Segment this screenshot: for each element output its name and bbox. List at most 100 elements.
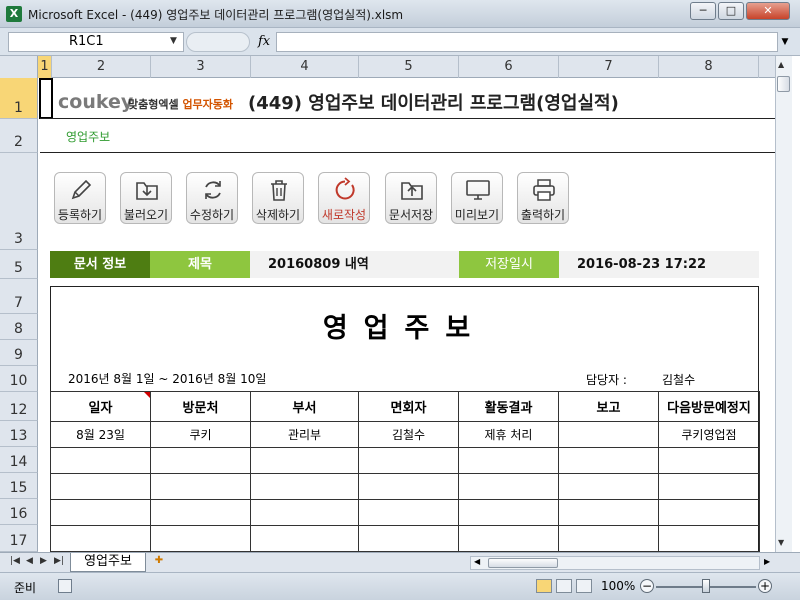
row-header[interactable]: 8: [0, 314, 38, 340]
row-header[interactable]: 1: [0, 78, 38, 119]
zoom-level[interactable]: 100%: [601, 579, 635, 593]
page-layout-view-icon[interactable]: [556, 579, 572, 593]
saved-at-value: 2016-08-23 17:22: [559, 251, 759, 278]
column-header[interactable]: 3: [151, 56, 251, 78]
column-header[interactable]: 8: [659, 56, 759, 78]
table-cell[interactable]: [50, 473, 151, 500]
chevron-down-icon[interactable]: ▼: [170, 36, 177, 46]
insert-sheet-icon[interactable]: ✚: [148, 555, 170, 570]
macro-record-icon[interactable]: [58, 579, 72, 593]
table-cell[interactable]: [458, 499, 559, 526]
table-cell[interactable]: [458, 525, 559, 552]
scroll-left-icon[interactable]: ◀: [474, 557, 480, 566]
table-cell[interactable]: 8월 23일: [50, 421, 151, 448]
page-break-view-icon[interactable]: [576, 579, 592, 593]
vertical-scrollbar[interactable]: [775, 56, 792, 552]
column-header[interactable]: 4: [251, 56, 359, 78]
row-header[interactable]: 3: [0, 153, 38, 250]
column-header[interactable]: 2: [52, 56, 151, 78]
load-label: 불러오기: [123, 208, 169, 222]
column-header[interactable]: 1: [38, 56, 52, 78]
table-cell[interactable]: [358, 499, 459, 526]
sheet-tab-bar: |◀ ◀ ▶ ▶| 영업주보 ✚ ◀ ▶: [0, 552, 800, 572]
zoom-slider-thumb[interactable]: [702, 579, 710, 593]
horizontal-scroll-thumb[interactable]: [488, 558, 558, 568]
column-header[interactable]: 6: [459, 56, 559, 78]
first-sheet-icon[interactable]: |◀: [10, 556, 20, 566]
table-cell[interactable]: [250, 473, 359, 500]
maximize-button[interactable]: □: [718, 2, 744, 20]
table-cell[interactable]: [558, 421, 659, 448]
table-cell[interactable]: 쿠키영업점: [658, 421, 760, 448]
minimize-button[interactable]: ─: [690, 2, 716, 20]
table-cell[interactable]: [250, 447, 359, 474]
table-cell[interactable]: [658, 473, 760, 500]
table-cell[interactable]: [558, 473, 659, 500]
row-header[interactable]: 17: [0, 525, 38, 552]
table-cell[interactable]: [150, 447, 251, 474]
refresh-icon: [205, 181, 221, 199]
row-header[interactable]: 10: [0, 366, 38, 392]
table-cell[interactable]: [558, 499, 659, 526]
table-cell[interactable]: [558, 447, 659, 474]
excel-app-icon[interactable]: X: [6, 6, 22, 22]
row-header[interactable]: 5: [0, 250, 38, 279]
row-header[interactable]: 16: [0, 499, 38, 525]
row-header[interactable]: 2: [0, 119, 38, 153]
row-header[interactable]: 14: [0, 447, 38, 473]
table-cell[interactable]: [558, 525, 659, 552]
column-header[interactable]: 5: [359, 56, 459, 78]
formula-input[interactable]: [276, 32, 778, 52]
table-cell[interactable]: [150, 499, 251, 526]
name-box[interactable]: R1C1: [8, 32, 184, 52]
table-cell[interactable]: [50, 499, 151, 526]
manager-name[interactable]: 김철수: [662, 371, 695, 388]
table-cell[interactable]: [458, 473, 559, 500]
date-range[interactable]: 2016년 8월 1일 ~ 2016년 8월 10일: [68, 370, 266, 387]
table-cell[interactable]: [358, 447, 459, 474]
zoom-out-icon[interactable]: −: [640, 579, 654, 593]
insert-function-icon[interactable]: fx: [258, 34, 270, 49]
table-cell[interactable]: [658, 525, 760, 552]
select-all-corner[interactable]: [0, 56, 38, 78]
table-cell[interactable]: 쿠키: [150, 421, 251, 448]
close-button[interactable]: ✕: [746, 2, 790, 20]
table-cell[interactable]: 제휴 처리: [458, 421, 559, 448]
table-cell[interactable]: [150, 525, 251, 552]
edit-label: 수정하기: [189, 208, 235, 222]
table-cell[interactable]: [250, 499, 359, 526]
scroll-down-icon[interactable]: ▼: [778, 538, 784, 547]
expand-formula-icon[interactable]: ▼: [778, 32, 792, 52]
last-sheet-icon[interactable]: ▶|: [54, 556, 64, 566]
next-sheet-icon[interactable]: ▶: [40, 556, 47, 566]
prev-sheet-icon[interactable]: ◀: [26, 556, 33, 566]
row-header[interactable]: 13: [0, 421, 38, 447]
new-label: 새로작성: [321, 208, 367, 222]
table-cell[interactable]: [250, 525, 359, 552]
active-cell[interactable]: [39, 78, 53, 119]
row-header[interactable]: 7: [0, 279, 38, 314]
row-header[interactable]: 12: [0, 392, 38, 421]
comment-indicator-icon[interactable]: [144, 392, 150, 398]
column-header[interactable]: 7: [559, 56, 659, 78]
table-cell[interactable]: [50, 525, 151, 552]
scroll-right-icon[interactable]: ▶: [764, 557, 770, 566]
row-header[interactable]: 9: [0, 340, 38, 366]
doc-title-value[interactable]: 20160809 내역: [250, 251, 459, 278]
table-cell[interactable]: [150, 473, 251, 500]
vertical-scroll-thumb[interactable]: [777, 76, 790, 92]
sheet-tab-active[interactable]: 영업주보: [70, 553, 146, 572]
table-cell[interactable]: [658, 499, 760, 526]
table-cell[interactable]: [358, 473, 459, 500]
scroll-up-icon[interactable]: ▲: [778, 60, 784, 69]
table-cell[interactable]: [358, 525, 459, 552]
zoom-in-icon[interactable]: +: [758, 579, 772, 593]
normal-view-icon[interactable]: [536, 579, 552, 593]
table-cell[interactable]: 관리부: [250, 421, 359, 448]
table-row: [50, 473, 760, 500]
table-cell[interactable]: 김철수: [358, 421, 459, 448]
row-header[interactable]: 15: [0, 473, 38, 499]
table-cell[interactable]: [50, 447, 151, 474]
table-cell[interactable]: [658, 447, 760, 474]
table-cell[interactable]: [458, 447, 559, 474]
